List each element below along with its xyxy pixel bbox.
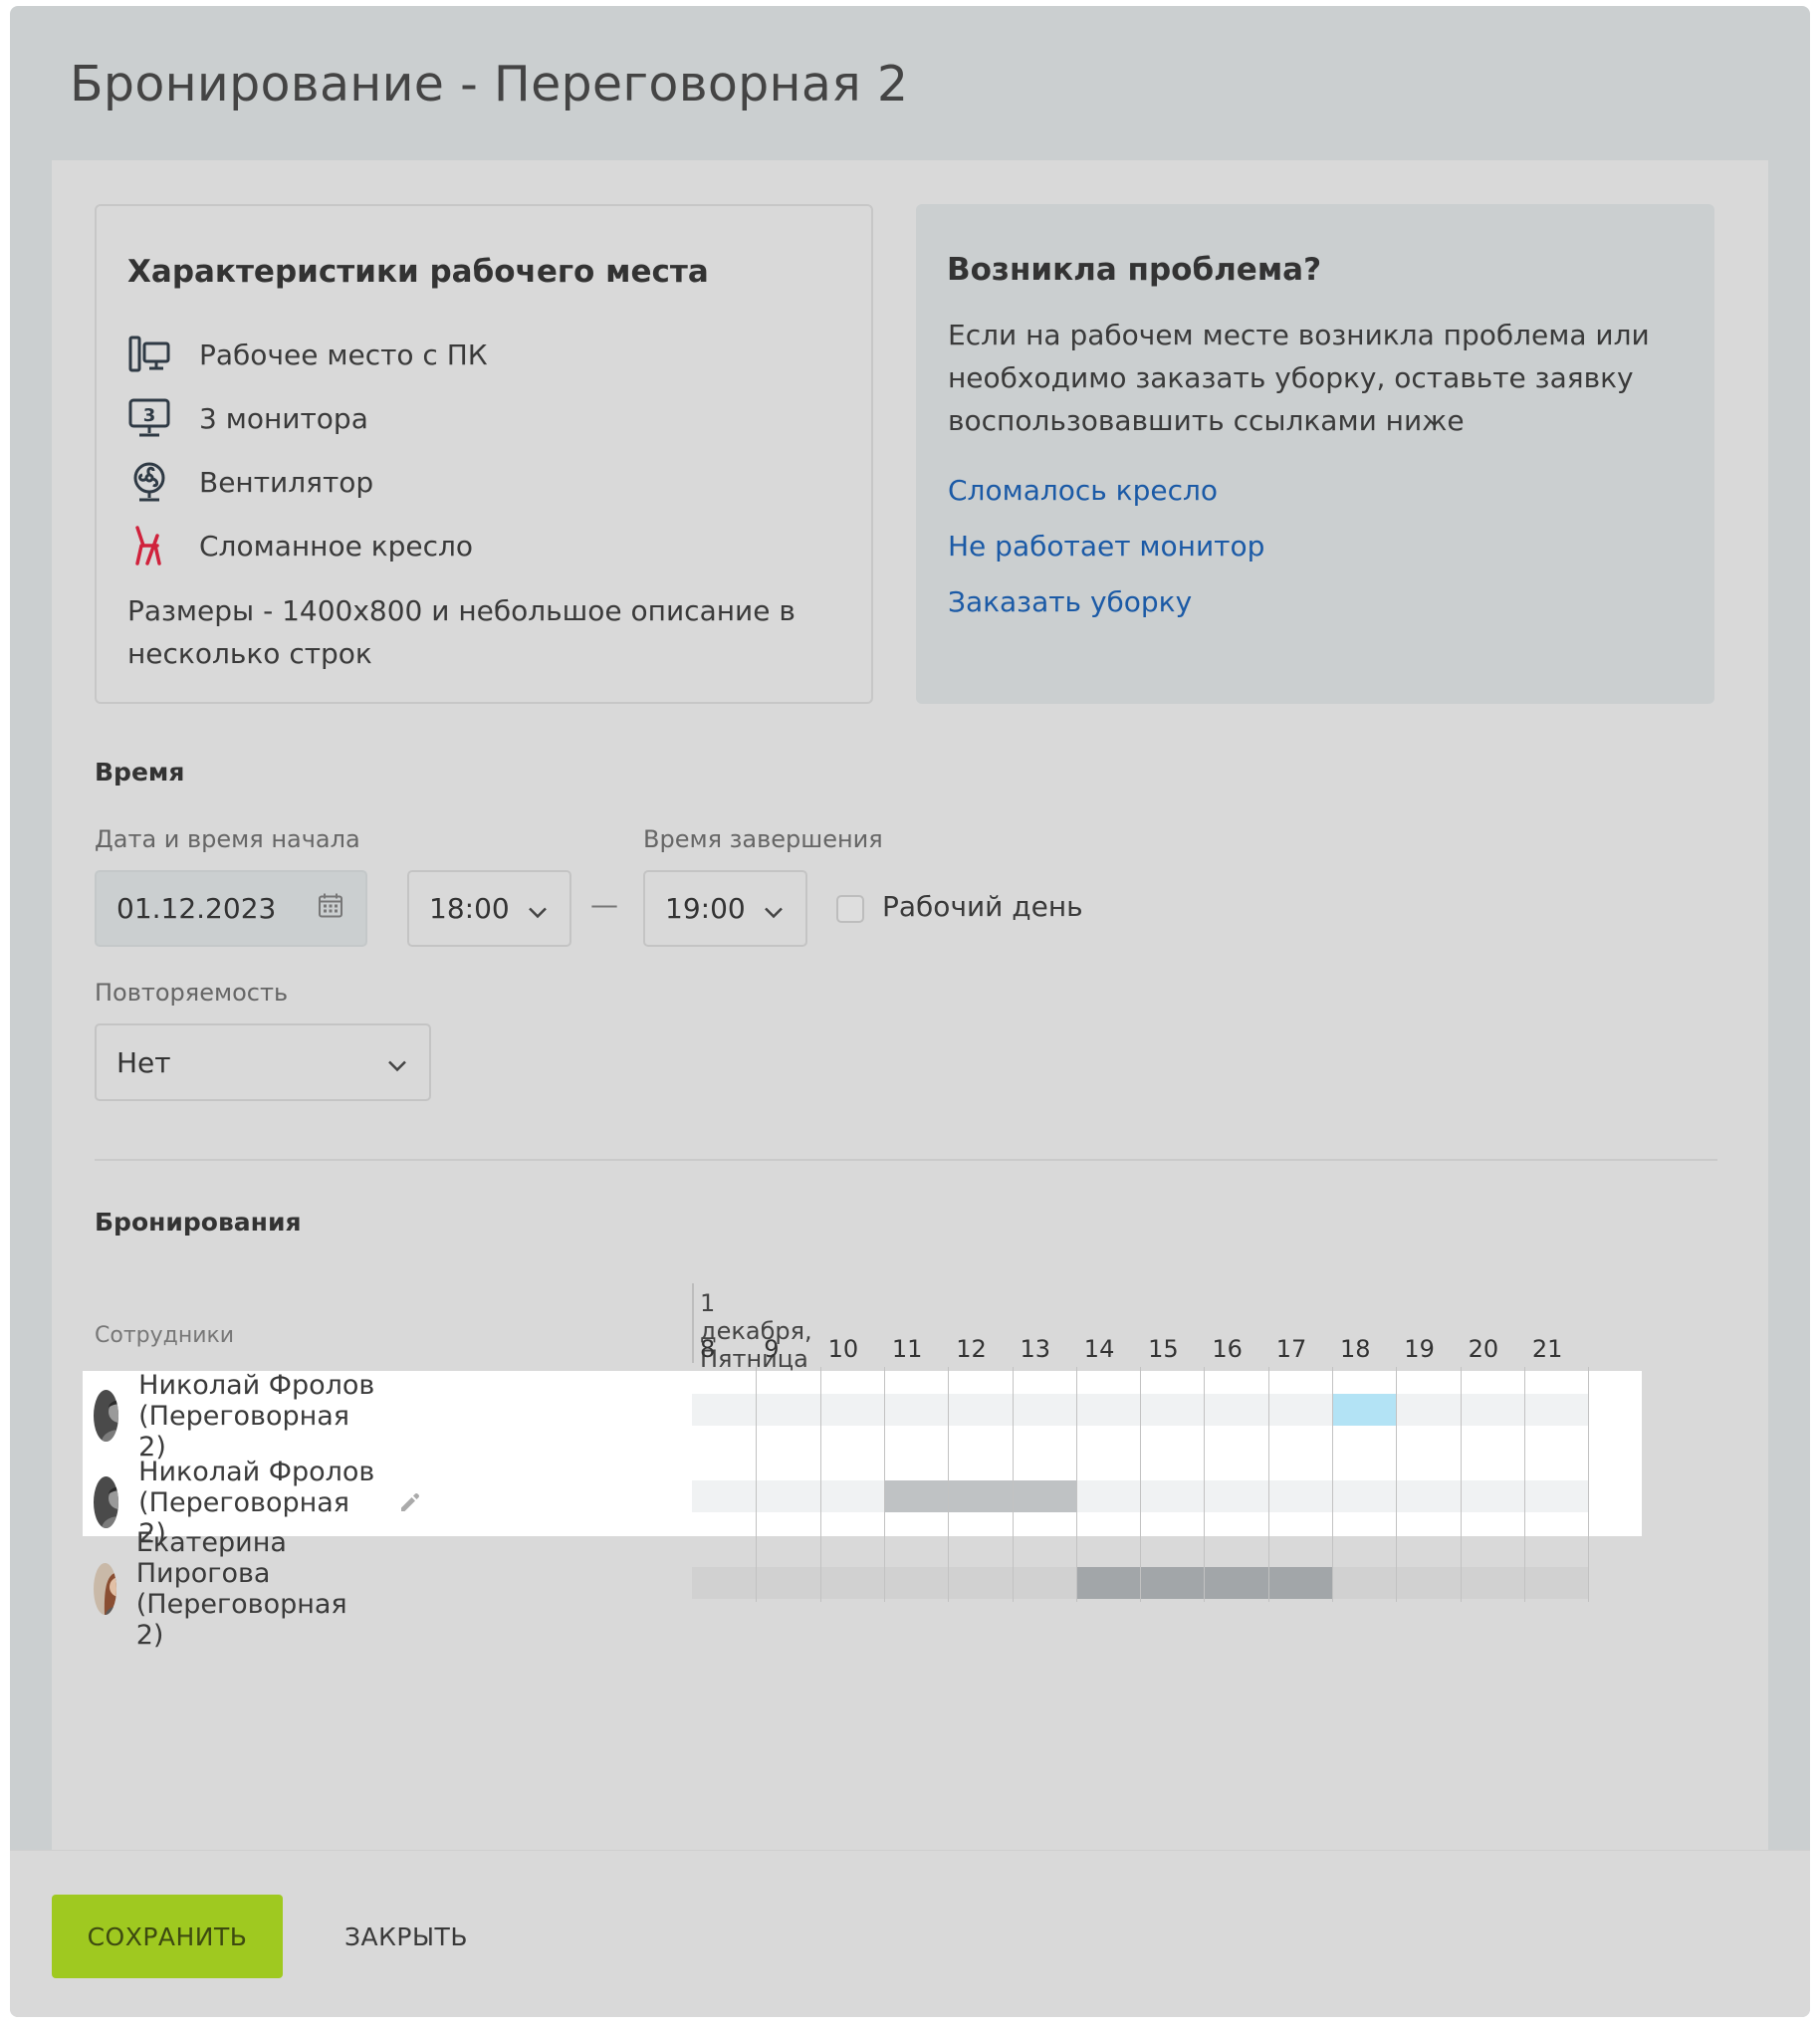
bookings-section-title: Бронирования bbox=[95, 1208, 302, 1237]
fan-icon bbox=[127, 460, 171, 504]
end-time-select[interactable]: 19:00 bbox=[643, 870, 807, 947]
date-input[interactable]: 01.12.2023 bbox=[95, 870, 367, 947]
grid-line bbox=[1396, 1367, 1398, 1602]
booking-block[interactable] bbox=[883, 1480, 1076, 1512]
section-divider bbox=[95, 1159, 1717, 1161]
close-button[interactable]: ЗАКРЫТЬ bbox=[321, 1895, 492, 1978]
grid-line bbox=[1523, 1367, 1525, 1602]
workplace-description: Размеры - 1400х800 и небольшое описание … bbox=[127, 594, 796, 670]
booking-block[interactable] bbox=[1332, 1394, 1397, 1426]
day-label: 1 декабря, Пятница bbox=[700, 1289, 812, 1373]
monitor-count: 3 bbox=[143, 405, 156, 426]
employee-name: Екатерина Пирогова (Переговорная 2) bbox=[135, 1527, 347, 1651]
broken-chair-icon bbox=[127, 524, 171, 567]
end-label: Время завершения bbox=[643, 825, 883, 853]
date-value: 01.12.2023 bbox=[116, 892, 277, 925]
hour-label: 14 bbox=[1083, 1335, 1115, 1363]
hour-label: 10 bbox=[827, 1335, 859, 1363]
dialog-title: Бронирование - Переговорная 2 bbox=[70, 56, 909, 113]
hour-label: 13 bbox=[1020, 1335, 1051, 1363]
time-section-title: Время bbox=[95, 758, 185, 787]
link-monitor-broken[interactable]: Не работает монитор bbox=[948, 519, 1264, 574]
feature-item: Рабочее место с ПК bbox=[127, 323, 488, 386]
link-broken-chair[interactable]: Сломалось кресло bbox=[948, 463, 1264, 519]
feature-list: Рабочее место с ПК 3 3 монитора Вентилят… bbox=[127, 323, 488, 577]
problem-heading: Возникла проблема? bbox=[947, 252, 1322, 288]
start-label: Дата и время начала bbox=[95, 825, 360, 853]
feature-label: Вентилятор bbox=[199, 465, 374, 499]
avatar bbox=[94, 1563, 116, 1615]
grid-line bbox=[1588, 1367, 1590, 1602]
start-time-select[interactable]: 18:00 bbox=[407, 870, 571, 947]
chevron-down-icon bbox=[528, 892, 548, 925]
repeat-select[interactable]: Нет bbox=[95, 1023, 431, 1101]
avatar bbox=[94, 1390, 119, 1442]
grid-line bbox=[1140, 1367, 1142, 1602]
employees-header: Сотрудники bbox=[95, 1323, 235, 1348]
feature-label: 3 монитора bbox=[199, 401, 368, 435]
start-time-value: 18:00 bbox=[429, 892, 510, 925]
grid-line bbox=[883, 1367, 885, 1602]
time-range-dash: — bbox=[590, 888, 618, 921]
problem-text: Если на рабочем месте возникла проблема … bbox=[948, 319, 1650, 437]
hour-label: 12 bbox=[956, 1335, 987, 1363]
hour-label: 8 bbox=[700, 1335, 716, 1363]
hour-label: 9 bbox=[764, 1335, 780, 1363]
save-button[interactable]: СОХРАНИТЬ bbox=[52, 1895, 283, 1978]
feature-item: Сломанное кресло bbox=[127, 514, 488, 577]
hour-label: 15 bbox=[1148, 1335, 1179, 1363]
grid-line bbox=[1075, 1367, 1077, 1602]
grid-line bbox=[948, 1367, 950, 1602]
timeline-start-line bbox=[692, 1283, 694, 1363]
monitor-3-icon: 3 bbox=[127, 396, 171, 440]
hour-label: 17 bbox=[1275, 1335, 1307, 1363]
hour-label: 11 bbox=[891, 1335, 923, 1363]
feature-label: Сломанное кресло bbox=[199, 529, 474, 563]
problem-card: Возникла проблема? Если на рабочем месте… bbox=[916, 204, 1714, 704]
grid-line bbox=[1204, 1367, 1206, 1602]
workday-checkbox[interactable] bbox=[836, 895, 864, 923]
repeat-value: Нет bbox=[116, 1045, 171, 1079]
chevron-down-icon bbox=[387, 1046, 407, 1079]
desktop-pc-icon bbox=[127, 333, 171, 376]
employee-row[interactable]: Николай Фролов (Переговорная 2) bbox=[83, 1370, 376, 1463]
hour-label: 21 bbox=[1531, 1335, 1563, 1363]
repeat-label: Повторяемость bbox=[95, 979, 289, 1007]
workday-label[interactable]: Рабочий день bbox=[882, 890, 1083, 923]
hour-label: 19 bbox=[1404, 1335, 1435, 1363]
problem-links: Сломалось кресло Не работает монитор Зак… bbox=[948, 463, 1264, 630]
grid-line bbox=[819, 1367, 821, 1602]
workplace-card: Характеристики рабочего места Рабочее ме… bbox=[95, 204, 873, 704]
booking-dialog: Бронирование - Переговорная 2 Характерис… bbox=[10, 6, 1810, 2017]
avatar bbox=[94, 1476, 119, 1528]
feature-item: Вентилятор bbox=[127, 450, 488, 514]
hour-label: 20 bbox=[1468, 1335, 1499, 1363]
grid-line bbox=[1267, 1367, 1269, 1602]
feature-item: 3 3 монитора bbox=[127, 386, 488, 450]
calendar-icon[interactable] bbox=[318, 892, 343, 925]
grid-line bbox=[1460, 1367, 1462, 1602]
employee-row[interactable]: Екатерина Пирогова (Переговорная 2) bbox=[83, 1527, 376, 1651]
hour-label: 16 bbox=[1212, 1335, 1243, 1363]
workplace-heading: Характеристики рабочего места bbox=[127, 254, 709, 290]
pencil-icon[interactable] bbox=[398, 1490, 422, 1514]
dialog-content: Характеристики рабочего места Рабочее ме… bbox=[52, 160, 1768, 1853]
grid-line bbox=[756, 1367, 758, 1602]
chevron-down-icon bbox=[764, 892, 784, 925]
grid-line bbox=[1332, 1367, 1333, 1602]
dialog-footer: СОХРАНИТЬ ЗАКРЫТЬ bbox=[10, 1850, 1810, 2017]
grid-line bbox=[1012, 1367, 1014, 1602]
feature-label: Рабочее место с ПК bbox=[199, 338, 488, 371]
end-time-value: 19:00 bbox=[665, 892, 746, 925]
hour-label: 18 bbox=[1340, 1335, 1371, 1363]
employee-name: Николай Фролов (Переговорная 2) bbox=[138, 1369, 375, 1463]
link-order-cleaning[interactable]: Заказать уборку bbox=[948, 574, 1264, 630]
